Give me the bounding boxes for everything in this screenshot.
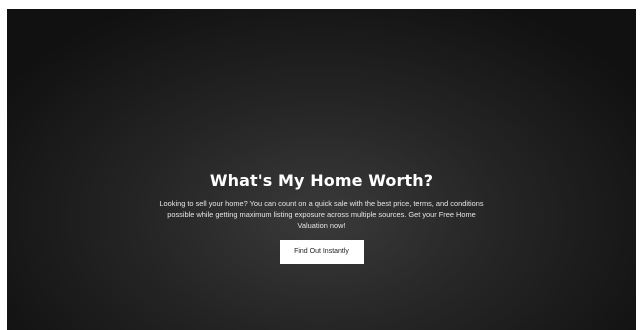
find-out-instantly-button[interactable]: Find Out Instantly [279,240,364,264]
hero-description: Looking to sell your home? You can count… [159,199,484,230]
hero-content: What's My Home Worth? Looking to sell yo… [7,171,636,264]
hero-title: What's My Home Worth? [209,171,434,190]
hero-section: What's My Home Worth? Looking to sell yo… [7,9,636,330]
